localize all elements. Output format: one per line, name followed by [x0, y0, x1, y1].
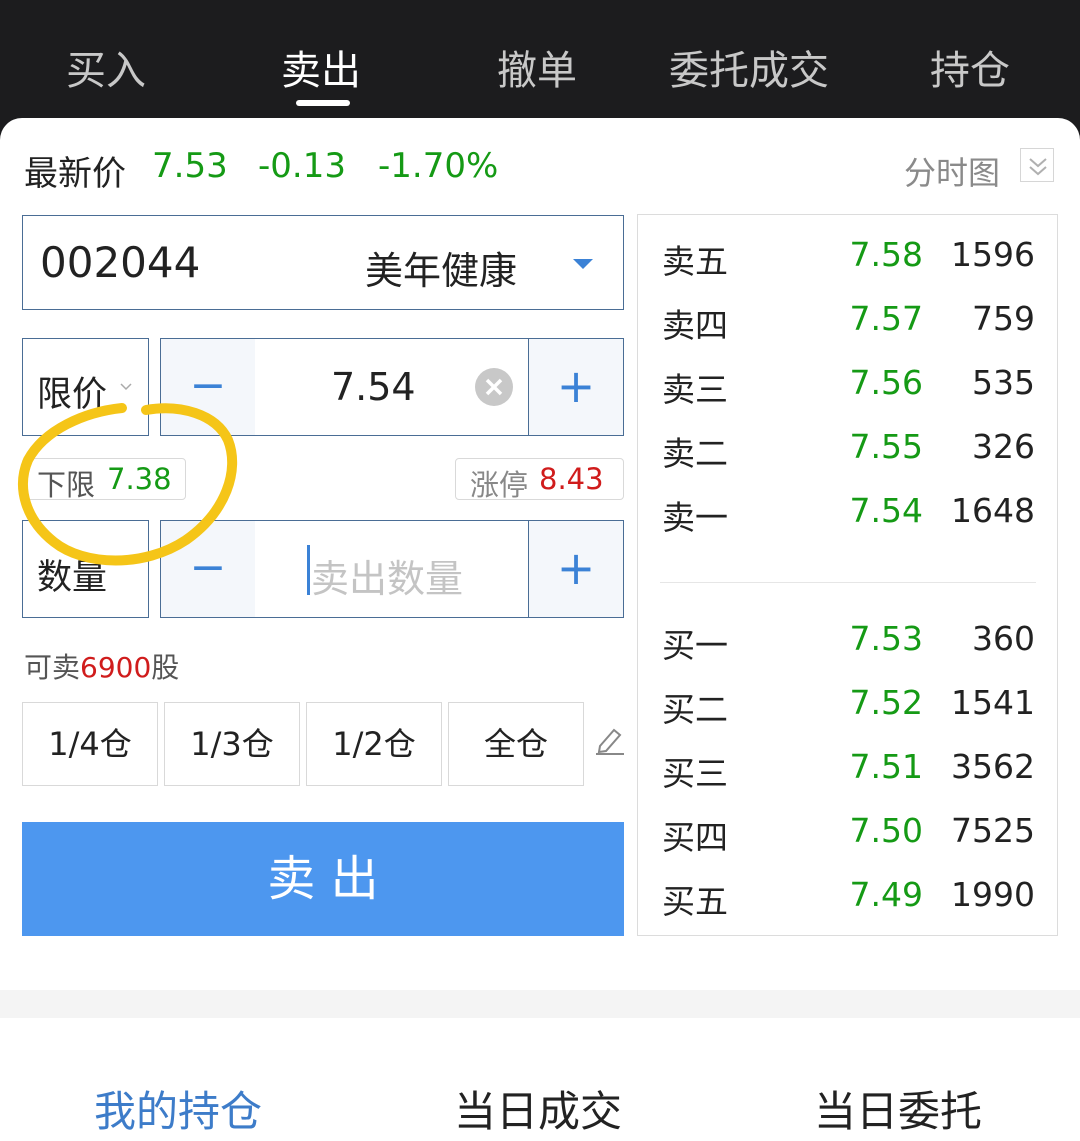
bid-volume: 7525: [951, 811, 1035, 850]
active-tab-indicator: [296, 100, 350, 106]
bid-level-label: 买二: [662, 690, 728, 729]
price-value: 7.54: [331, 365, 416, 409]
highlight-annotation: [18, 403, 238, 566]
order-book: 卖五 7.58 1596 卖四 7.57 759 卖三 7.56 535 卖二 …: [637, 214, 1058, 936]
ask-volume: 1596: [951, 235, 1035, 274]
bid-level-label: 买五: [662, 882, 728, 921]
tab-buy[interactable]: 买入: [66, 38, 146, 96]
edit-icon[interactable]: [594, 726, 626, 760]
ask-row[interactable]: 卖一 7.54 1648: [638, 481, 1057, 545]
bid-level-label: 买三: [662, 754, 728, 793]
upper-limit-label: 涨停: [470, 468, 529, 502]
ask-row[interactable]: 卖二 7.55 326: [638, 417, 1057, 481]
position-full-button[interactable]: 全仓: [448, 702, 584, 786]
bid-price: 7.49: [849, 875, 923, 914]
quantity-increment-button[interactable]: +: [528, 520, 624, 618]
quantity-input[interactable]: 卖出数量: [255, 520, 529, 618]
bid-price: 7.50: [849, 811, 923, 850]
ask-price: 7.56: [849, 363, 923, 402]
tab-sell[interactable]: 卖出: [281, 38, 361, 96]
chevron-down-icon[interactable]: [1020, 148, 1054, 182]
tab-cancel-order[interactable]: 撤单: [497, 38, 577, 96]
price-change: -0.13: [258, 146, 346, 186]
trade-panel: 最新价 7.53 -0.13 -1.70% 分时图 002044 美年健康 限价…: [0, 118, 1080, 1141]
ask-row[interactable]: 卖三 7.56 535: [638, 353, 1057, 417]
bid-volume: 1990: [951, 875, 1035, 914]
bid-price: 7.52: [849, 683, 923, 722]
ask-volume: 535: [972, 363, 1035, 402]
sell-submit-button[interactable]: 卖 出: [22, 822, 624, 936]
section-separator: [0, 990, 1080, 1018]
upper-limit-value: 8.43: [539, 462, 604, 496]
clear-icon[interactable]: [474, 367, 514, 411]
order-book-divider: [660, 582, 1036, 583]
ask-level-label: 卖三: [662, 370, 728, 409]
price-input[interactable]: 7.54: [255, 338, 529, 436]
price-change-pct: -1.70%: [378, 146, 499, 186]
tab-orders-trades[interactable]: 委托成交: [669, 38, 829, 96]
bid-row[interactable]: 买四 7.50 7525: [638, 801, 1057, 865]
ask-row[interactable]: 卖五 7.58 1596: [638, 225, 1057, 289]
text-cursor: [307, 545, 310, 595]
bid-row[interactable]: 买五 7.49 1990: [638, 865, 1057, 929]
ask-level-label: 卖五: [662, 242, 728, 281]
bid-row[interactable]: 买三 7.51 3562: [638, 737, 1057, 801]
bid-level-label: 买四: [662, 818, 728, 857]
position-quarter-button[interactable]: 1/4仓: [22, 702, 158, 786]
bid-price: 7.53: [849, 619, 923, 658]
ask-volume: 759: [972, 299, 1035, 338]
ask-volume: 1648: [951, 491, 1035, 530]
time-chart-link[interactable]: 分时图: [904, 148, 1000, 194]
ask-level-label: 卖四: [662, 306, 728, 345]
tab-today-orders[interactable]: 当日委托: [814, 1078, 982, 1139]
available-value: 6900: [80, 651, 152, 684]
bid-row[interactable]: 买一 7.53 360: [638, 609, 1057, 673]
bid-level-label: 买一: [662, 626, 728, 665]
available-quantity: 可卖6900股: [24, 646, 179, 686]
bid-volume: 3562: [951, 747, 1035, 786]
chevron-down-icon: [119, 377, 133, 396]
ask-price: 7.55: [849, 427, 923, 466]
ask-price: 7.58: [849, 235, 923, 274]
bid-volume: 1541: [951, 683, 1035, 722]
latest-price: 7.53: [152, 146, 228, 186]
bid-volume: 360: [972, 619, 1035, 658]
price-increment-button[interactable]: +: [528, 338, 624, 436]
position-third-button[interactable]: 1/3仓: [164, 702, 300, 786]
ask-volume: 326: [972, 427, 1035, 466]
bid-row[interactable]: 买二 7.52 1541: [638, 673, 1057, 737]
stock-selector[interactable]: 002044 美年健康: [22, 215, 624, 310]
ask-level-label: 卖一: [662, 498, 728, 537]
stock-name: 美年健康: [365, 249, 518, 293]
tab-holdings[interactable]: 持仓: [930, 38, 1010, 96]
ask-level-label: 卖二: [662, 434, 728, 473]
latest-price-label: 最新价: [24, 154, 126, 194]
position-half-button[interactable]: 1/2仓: [306, 702, 442, 786]
tab-my-holdings[interactable]: 我的持仓: [94, 1078, 262, 1139]
tab-today-trades[interactable]: 当日成交: [454, 1078, 622, 1139]
ask-price: 7.57: [849, 299, 923, 338]
ask-price: 7.54: [849, 491, 923, 530]
ask-row[interactable]: 卖四 7.57 759: [638, 289, 1057, 353]
dropdown-triangle-icon: [571, 256, 595, 275]
available-prefix: 可卖: [24, 651, 81, 684]
upper-limit-chip[interactable]: 涨停 8.43: [455, 458, 624, 502]
top-tab-bar: 买入 卖出 撤单 委托成交 持仓: [0, 0, 1080, 118]
stock-code: 002044: [40, 238, 201, 287]
quantity-placeholder: 卖出数量: [311, 557, 464, 601]
bid-price: 7.51: [849, 747, 923, 786]
available-unit: 股: [151, 651, 180, 684]
